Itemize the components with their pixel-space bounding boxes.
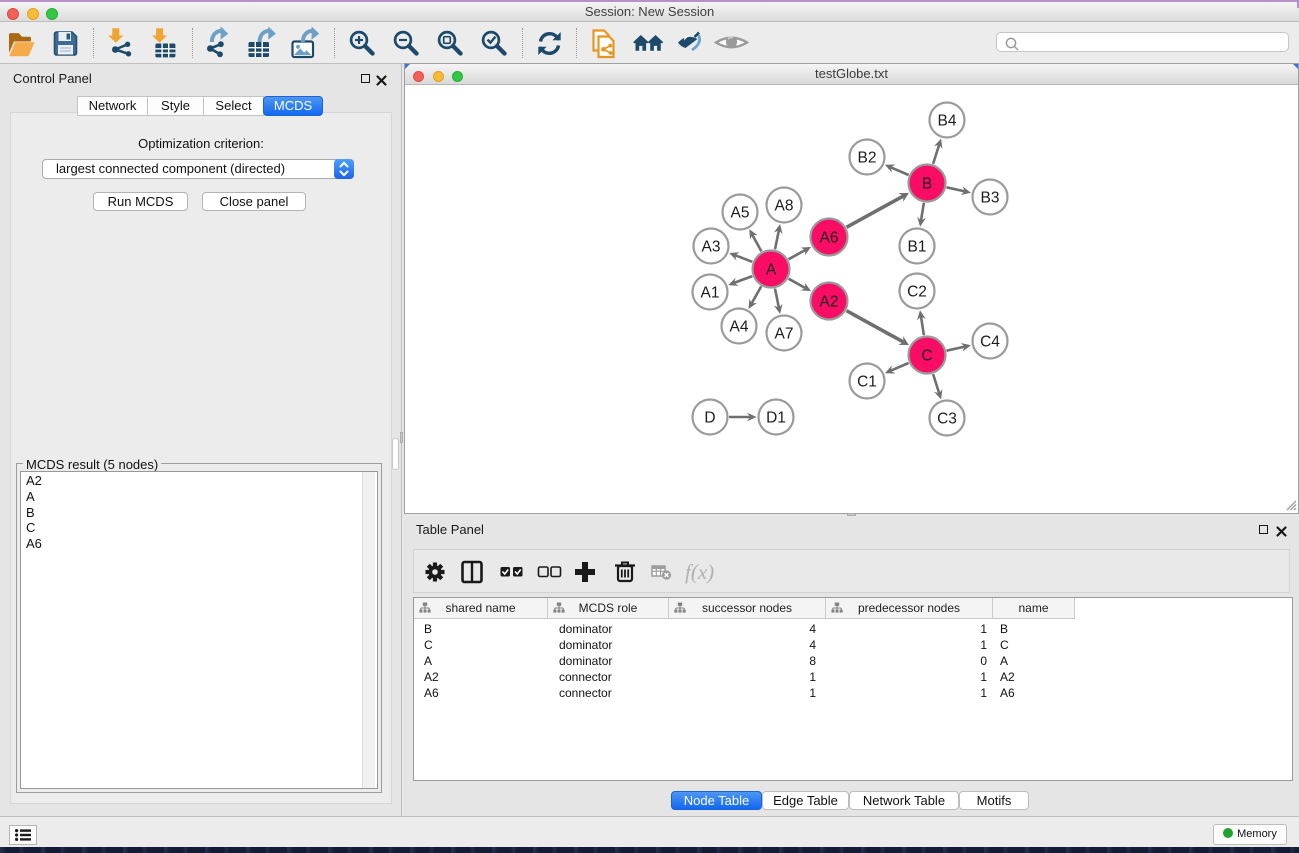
svg-text:C4: C4 <box>980 333 1000 350</box>
svg-text:A6: A6 <box>820 229 839 246</box>
svg-text:C3: C3 <box>937 410 957 427</box>
svg-text:C: C <box>921 347 932 364</box>
svg-text:C2: C2 <box>907 283 927 300</box>
svg-text:A8: A8 <box>775 197 794 214</box>
svg-text:A4: A4 <box>730 318 749 335</box>
svg-text:A7: A7 <box>775 325 794 342</box>
svg-text:A: A <box>766 261 777 278</box>
svg-text:B1: B1 <box>908 238 927 255</box>
svg-text:A5: A5 <box>731 204 750 221</box>
svg-text:C1: C1 <box>857 373 877 390</box>
svg-text:A1: A1 <box>701 284 720 301</box>
svg-text:A3: A3 <box>702 238 721 255</box>
svg-text:B4: B4 <box>938 112 957 129</box>
svg-text:A2: A2 <box>820 293 839 310</box>
svg-text:B: B <box>922 175 932 192</box>
svg-text:D: D <box>704 409 715 426</box>
svg-text:B2: B2 <box>858 149 877 166</box>
svg-text:B3: B3 <box>981 189 1000 206</box>
svg-text:f(x): f(x) <box>685 560 714 584</box>
svg-text:D1: D1 <box>766 409 786 426</box>
